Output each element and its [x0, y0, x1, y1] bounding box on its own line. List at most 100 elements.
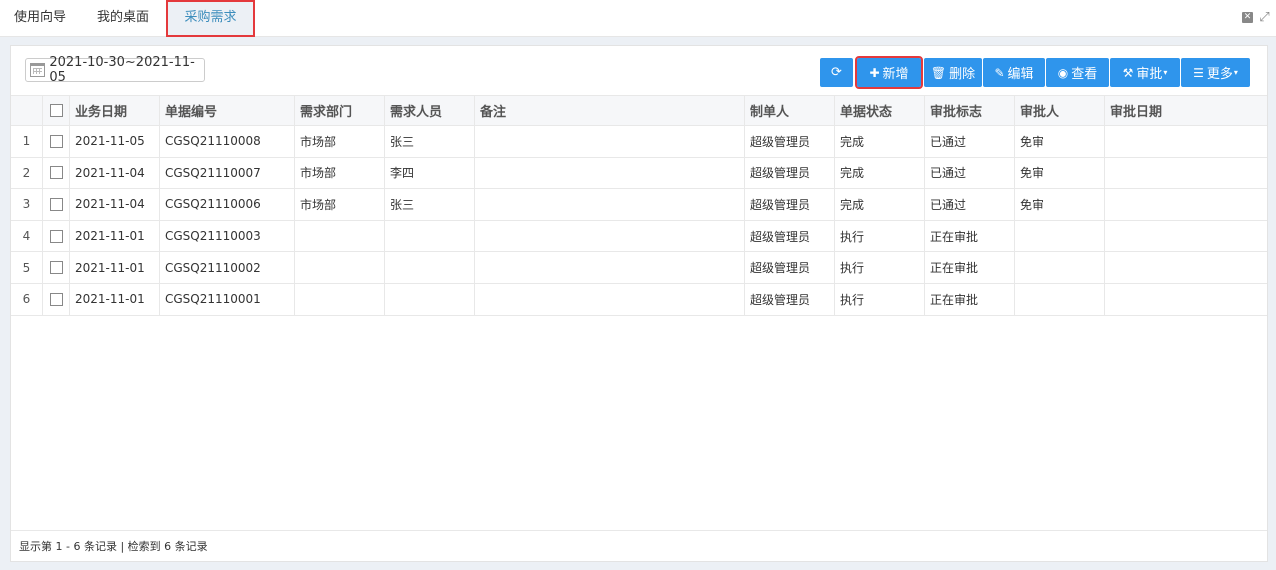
table-row[interactable]: 3 2021-11-04 CGSQ21110006 市场部 张三 超级管理员 完成 已通过 免审	[11, 189, 1267, 221]
header-cell[interactable]: 需求部门	[295, 96, 385, 125]
table-cell: 免审	[1015, 126, 1105, 157]
table-cell	[385, 252, 475, 283]
row-checkbox[interactable]	[49, 197, 63, 211]
date-range-input[interactable]: 2021-10-30~2021-11-05	[25, 55, 205, 85]
edit-button[interactable]: ✎ 编辑	[983, 58, 1045, 87]
header-cell[interactable]: 审批标志	[925, 96, 1015, 125]
table-cell: 已通过	[925, 157, 1015, 189]
table-row[interactable]: 2 2021-11-04 CGSQ21110007 市场部 李四 超级管理员 完成 已通过 免审	[11, 157, 1267, 190]
close-icon[interactable]: ✕	[1242, 12, 1253, 23]
header-cell[interactable]: 需求人员	[385, 96, 475, 125]
header-cell[interactable]: 单据编号	[160, 96, 295, 125]
caret-down-icon: ▾	[1233, 68, 1238, 77]
row-checkbox[interactable]	[49, 166, 63, 180]
table-cell: 完成	[835, 189, 925, 220]
date-range-value: 2021-10-30~2021-11-05	[49, 55, 195, 85]
table-cell: 超级管理员	[745, 252, 835, 283]
refresh-icon: ⟳	[831, 65, 842, 80]
eye-icon: ◉	[1057, 65, 1069, 80]
table-cell	[1105, 189, 1267, 220]
table-cell: 超级管理员	[745, 157, 835, 189]
table-cell: CGSQ21110001	[160, 283, 295, 315]
header-cell[interactable]: 单据状态	[835, 96, 925, 125]
row-select-cell	[43, 189, 70, 220]
row-index: 6	[11, 283, 43, 315]
table-cell	[295, 283, 385, 315]
row-select-cell	[43, 220, 70, 252]
table-cell: 已通过	[925, 189, 1015, 220]
header-cell[interactable]: 备注	[475, 96, 745, 125]
row-index: 4	[11, 220, 43, 252]
table-cell: 超级管理员	[745, 189, 835, 220]
table-cell: 李四	[385, 157, 475, 189]
table-cell: 正在审批	[925, 220, 1015, 252]
row-checkbox[interactable]	[49, 134, 63, 148]
main-panel: 2021-10-30~2021-11-05 ⟳ ✚ 新增 🗑 删除 ✎ 编辑 ◉…	[10, 45, 1268, 562]
more-button[interactable]: ☰ 更多 ▾	[1181, 58, 1250, 87]
select-all-checkbox[interactable]	[49, 104, 63, 117]
pagination-info: 显示第 1 - 6 条记录 | 检索到 6 条记录	[11, 530, 1267, 561]
row-checkbox[interactable]	[49, 292, 63, 306]
table-cell: 市场部	[295, 157, 385, 189]
tab-guide[interactable]: 使用向导	[0, 0, 80, 37]
table-cell: CGSQ21110002	[160, 252, 295, 283]
table-cell	[1105, 284, 1267, 315]
window-controls: ✕ ⤢	[1242, 11, 1270, 24]
expand-icon[interactable]: ⤢	[1259, 11, 1270, 24]
table-cell	[385, 283, 475, 315]
table-row[interactable]: 6 2021-11-01 CGSQ21110001 超级管理员 执行 正在审批	[11, 283, 1267, 316]
table-row[interactable]: 4 2021-11-01 CGSQ21110003 超级管理员 执行 正在审批	[11, 220, 1267, 253]
table-cell: 正在审批	[925, 283, 1015, 315]
table-cell	[1015, 283, 1105, 315]
row-index: 3	[11, 189, 43, 220]
table-row[interactable]: 5 2021-11-01 CGSQ21110002 超级管理员 执行 正在审批	[11, 252, 1267, 284]
table-cell: 超级管理员	[745, 283, 835, 315]
tab-my-desktop[interactable]: 我的桌面	[84, 0, 162, 37]
header-cell[interactable]: 业务日期	[70, 96, 160, 125]
view-button[interactable]: ◉ 查看	[1046, 58, 1109, 87]
row-index: 2	[11, 157, 43, 189]
table-cell: 2021-11-01	[70, 252, 160, 283]
table-cell: 2021-11-04	[70, 189, 160, 220]
header-index	[11, 96, 43, 125]
table-cell: 超级管理员	[745, 126, 835, 157]
table-cell: CGSQ21110003	[160, 220, 295, 252]
menu-icon: ☰	[1193, 65, 1204, 80]
record-count-text: 显示第 1 - 6 条记录 | 检索到 6 条记录	[19, 540, 208, 553]
caret-down-icon: ▾	[1163, 68, 1168, 77]
row-index: 5	[11, 252, 43, 283]
table-cell	[295, 252, 385, 283]
row-select-cell	[43, 126, 70, 157]
table-cell: 免审	[1015, 189, 1105, 220]
header-select-all[interactable]	[43, 96, 70, 125]
row-select-cell	[43, 252, 70, 283]
tab-purchase-demand[interactable]: 采购需求	[166, 0, 255, 37]
table-row[interactable]: 1 2021-11-05 CGSQ21110008 市场部 张三 超级管理员 完成 已通过 免审	[11, 126, 1267, 158]
table-cell: CGSQ21110007	[160, 157, 295, 189]
row-checkbox[interactable]	[49, 261, 63, 275]
row-select-cell	[43, 157, 70, 189]
refresh-button[interactable]: ⟳	[820, 58, 853, 87]
table-cell: 2021-11-04	[70, 157, 160, 189]
gavel-icon: ⚒	[1122, 65, 1134, 80]
table-cell: 2021-11-01	[70, 283, 160, 315]
header-cell[interactable]: 审批人	[1015, 96, 1105, 125]
table-cell: 市场部	[295, 126, 385, 157]
table-cell	[475, 220, 745, 252]
row-checkbox[interactable]	[49, 229, 63, 243]
table-cell: 完成	[835, 157, 925, 189]
table-header: 业务日期 单据编号 需求部门 需求人员 备注 制单人 单据状态 审批标志 审批人…	[11, 95, 1267, 126]
header-cell[interactable]: 制单人	[745, 96, 835, 125]
table-cell: 正在审批	[925, 252, 1015, 283]
row-index: 1	[11, 126, 43, 157]
approve-button[interactable]: ⚒ 审批 ▾	[1110, 58, 1180, 87]
edit-icon: ✎	[994, 65, 1005, 80]
delete-button[interactable]: 🗑 删除	[924, 58, 982, 87]
table-cell	[475, 157, 745, 189]
row-select-cell	[43, 283, 70, 315]
table-cell: 完成	[835, 126, 925, 157]
header-cell[interactable]: 审批日期	[1105, 96, 1267, 125]
table-cell: 执行	[835, 220, 925, 252]
add-button[interactable]: ✚ 新增	[855, 56, 923, 89]
calendar-icon	[30, 63, 46, 77]
